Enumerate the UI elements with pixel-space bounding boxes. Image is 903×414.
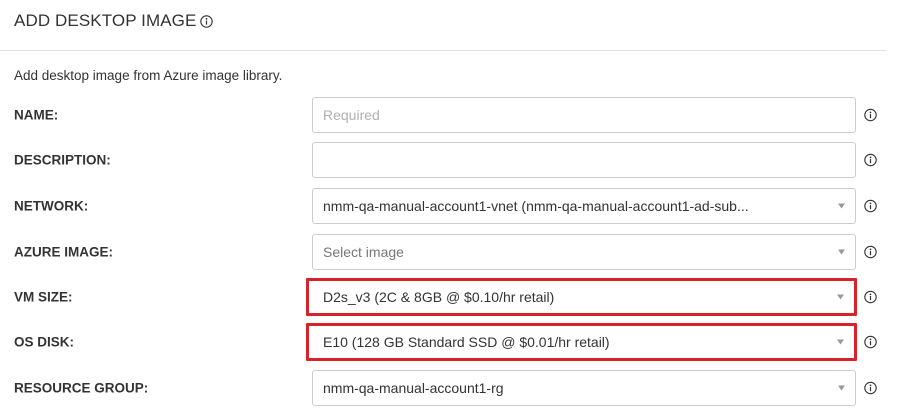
name-label: NAME: — [14, 107, 59, 123]
name-field-box[interactable] — [312, 97, 856, 133]
vm-size-label: VM SIZE: — [14, 289, 73, 305]
azure-image-info-icon[interactable] — [864, 245, 877, 259]
page-title: ADD DESKTOP IMAGE — [14, 11, 214, 31]
description-info-icon[interactable] — [864, 153, 877, 167]
chevron-down-icon — [837, 339, 844, 345]
chevron-down-icon — [838, 203, 845, 209]
network-select[interactable]: nmm-qa-manual-account1-vnet (nmm-qa-manu… — [312, 188, 856, 224]
chevron-down-icon — [837, 294, 844, 300]
vm-size-row: VM SIZE: D2s_v3 (2C & 8GB @ $0.10/hr ret… — [0, 278, 890, 316]
network-info-icon[interactable] — [864, 199, 877, 213]
azure-image-placeholder: Select image — [323, 244, 404, 260]
name-info-icon[interactable] — [864, 108, 877, 122]
description-input[interactable] — [323, 152, 825, 168]
azure-image-row: AZURE IMAGE: Select image — [0, 234, 890, 270]
network-row: NETWORK: nmm-qa-manual-account1-vnet (nm… — [0, 188, 890, 224]
name-input[interactable] — [323, 107, 825, 123]
resource-group-label: RESOURCE GROUP: — [14, 380, 149, 396]
os-disk-label: OS DISK: — [14, 334, 75, 350]
os-disk-select[interactable]: E10 (128 GB Standard SSD @ $0.01/hr reta… — [306, 323, 857, 361]
description-field-box[interactable] — [312, 142, 856, 178]
os-disk-info-icon[interactable] — [864, 335, 877, 349]
os-disk-selected-value: E10 (128 GB Standard SSD @ $0.01/hr reta… — [323, 334, 610, 350]
network-label: NETWORK: — [14, 198, 89, 214]
vm-size-info-icon[interactable] — [864, 290, 877, 304]
azure-image-select[interactable]: Select image — [312, 234, 856, 270]
description-label: DESCRIPTION: — [14, 152, 111, 168]
intro-text: Add desktop image from Azure image libra… — [14, 68, 283, 83]
vm-size-select[interactable]: D2s_v3 (2C & 8GB @ $0.10/hr retail) — [306, 278, 857, 316]
dialog-header: ADD DESKTOP IMAGE — [0, 0, 886, 51]
chevron-down-icon — [838, 249, 845, 255]
resource-group-selected-value: nmm-qa-manual-account1-rg — [323, 380, 504, 396]
name-row: NAME: — [0, 97, 890, 133]
resource-group-info-icon[interactable] — [864, 381, 877, 395]
page-title-text: ADD DESKTOP IMAGE — [14, 11, 197, 30]
chevron-down-icon — [838, 385, 845, 391]
resource-group-select[interactable]: nmm-qa-manual-account1-rg — [312, 370, 856, 406]
azure-image-label: AZURE IMAGE: — [14, 244, 113, 260]
description-row: DESCRIPTION: — [0, 142, 890, 178]
resource-group-row: RESOURCE GROUP: nmm-qa-manual-account1-r… — [0, 370, 890, 406]
os-disk-row: OS DISK: E10 (128 GB Standard SSD @ $0.0… — [0, 323, 890, 361]
network-selected-value: nmm-qa-manual-account1-vnet (nmm-qa-manu… — [323, 198, 749, 214]
vm-size-selected-value: D2s_v3 (2C & 8GB @ $0.10/hr retail) — [323, 289, 555, 305]
info-icon[interactable] — [200, 14, 214, 28]
